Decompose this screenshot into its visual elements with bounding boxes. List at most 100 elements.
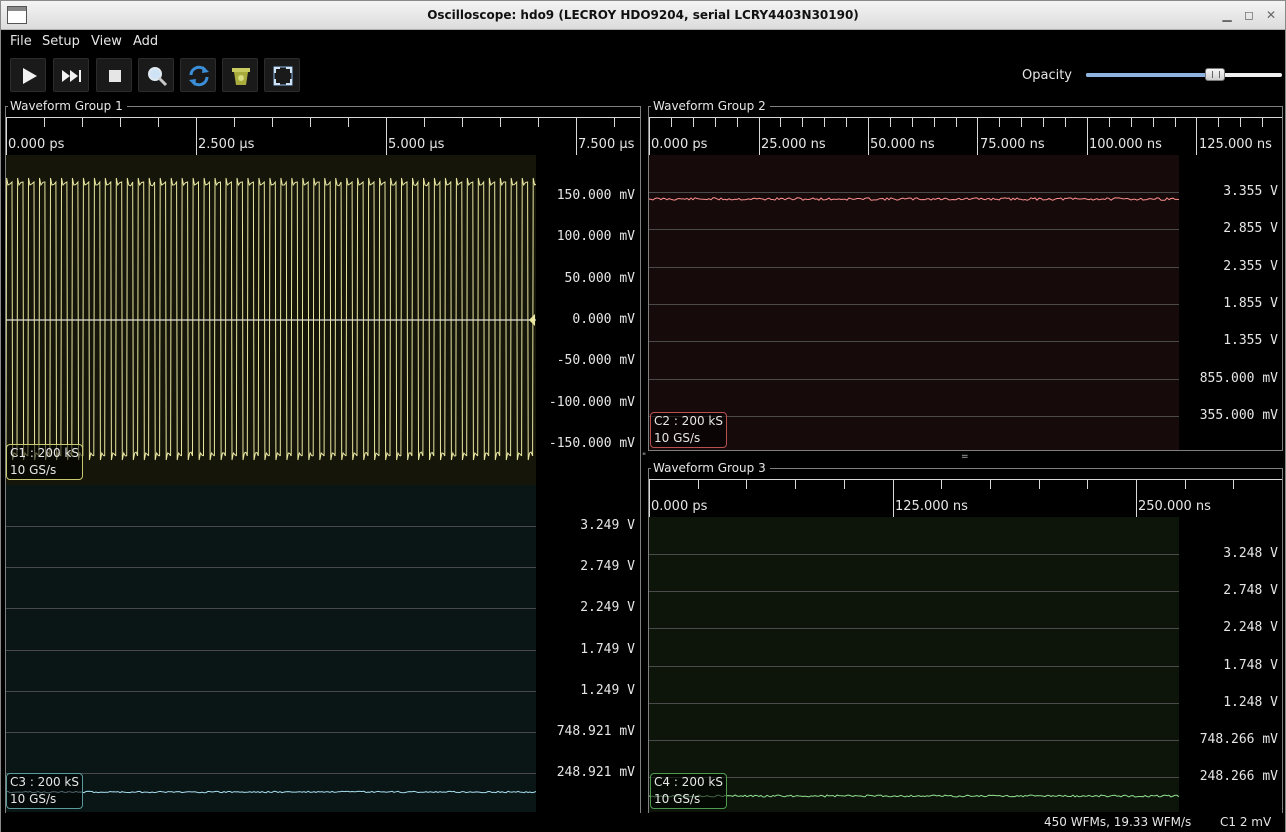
- minor-tick: [746, 479, 747, 489]
- y-axis-label: 855.000 mV: [1199, 370, 1278, 386]
- channel-c2-box[interactable]: C2 : 200 kS 10 GS/s: [650, 412, 727, 448]
- y-axis-label: 2.248 V: [1223, 620, 1278, 636]
- timeline-group-2[interactable]: 0.000 ps 25.000 ns 50.000 ns 75.000 ns 100.0…: [649, 117, 1282, 155]
- title-bar[interactable]: Oscilloscope: hdo9 (LECROY HDO9204, seri…: [1, 1, 1285, 30]
- y-axis-label: 1.248 V: [1223, 694, 1278, 710]
- y-axis-label: 1.855 V: [1223, 295, 1278, 311]
- major-tick: [1136, 479, 1137, 517]
- stop-icon: [109, 70, 121, 82]
- channel-c1-box[interactable]: C1 : 200 kS 10 GS/s: [6, 444, 83, 480]
- y-axis-label: 1.249 V: [580, 682, 635, 698]
- menu-view[interactable]: View: [91, 34, 122, 49]
- y-axis-label: 1.749 V: [580, 641, 635, 657]
- major-tick: [6, 117, 7, 155]
- minor-tick: [1175, 117, 1176, 127]
- refresh-button[interactable]: [180, 58, 216, 92]
- minor-tick: [1233, 479, 1234, 489]
- trigger-status: C1 2 mV: [1220, 815, 1272, 829]
- waveform-c2[interactable]: [649, 155, 1179, 450]
- major-tick: [1196, 117, 1197, 155]
- clear-sweeps-button[interactable]: [222, 58, 258, 92]
- fullscreen-button[interactable]: [264, 58, 300, 92]
- channel-c1-name: C1 : 200 kS: [10, 446, 79, 460]
- play-icon: [23, 68, 37, 84]
- trace-svg: [6, 177, 536, 461]
- waveform-rate-status: 450 WFMs, 19.33 WFM/s: [1044, 815, 1192, 829]
- vertical-splitter-handle[interactable]: ": [642, 453, 646, 462]
- time-label: 50.000 ns: [870, 137, 935, 152]
- time-label: 25.000 ns: [761, 137, 826, 152]
- y-axis-label: -50.000 mV: [556, 353, 635, 369]
- slider-handle[interactable]: [1205, 68, 1226, 81]
- minor-tick: [990, 479, 991, 489]
- minor-tick: [614, 117, 615, 127]
- minor-tick: [1240, 117, 1241, 127]
- timeline-group-1[interactable]: 0.000 ps 2.500 µs 5.000 µs 7.500 µs: [6, 117, 640, 155]
- fullscreen-icon: [273, 66, 293, 86]
- minor-tick: [780, 117, 781, 127]
- toolbar: Opacity: [1, 55, 1285, 97]
- minor-tick: [1109, 117, 1110, 127]
- clear-sweeps-icon: [232, 68, 250, 85]
- minor-tick: [120, 117, 121, 127]
- channel-c1-rate: 10 GS/s: [10, 463, 57, 477]
- menu-bar: File Setup View Add: [1, 31, 1285, 53]
- y-axis-label: 2.855 V: [1223, 221, 1278, 237]
- single-button[interactable]: [53, 58, 89, 92]
- menu-setup[interactable]: Setup: [42, 34, 80, 49]
- opacity-slider[interactable]: [1086, 68, 1282, 81]
- trace-c3: [6, 790, 536, 794]
- major-tick: [1087, 117, 1088, 155]
- time-label: 0.000 ps: [651, 137, 708, 152]
- time-label: 75.000 ns: [980, 137, 1045, 152]
- y-axis-label: 248.266 mV: [1199, 769, 1278, 785]
- timeline-group-3[interactable]: 0.000 ps 125.000 ns 250.000 ns: [649, 479, 1282, 517]
- waveform-c1[interactable]: [6, 155, 536, 485]
- channel-c4-rate: 10 GS/s: [654, 792, 701, 806]
- y-axis-label: 2.355 V: [1223, 258, 1278, 274]
- status-bar: 450 WFMs, 19.33 WFM/s C1 2 mV: [1, 813, 1285, 832]
- minor-tick: [1021, 117, 1022, 127]
- minor-tick: [1039, 479, 1040, 489]
- major-tick: [977, 117, 978, 155]
- channel-c4-box[interactable]: C4 : 200 kS 10 GS/s: [650, 773, 727, 809]
- y-axis-label: 2.249 V: [580, 600, 635, 616]
- waveform-c3[interactable]: [6, 485, 536, 812]
- waveform-c4[interactable]: [649, 517, 1179, 812]
- minor-tick: [272, 117, 273, 127]
- start-button[interactable]: [10, 58, 46, 92]
- time-label: 125.000 ns: [1199, 137, 1272, 152]
- channel-c2-rate: 10 GS/s: [654, 431, 701, 445]
- minor-tick: [44, 117, 45, 127]
- close-icon[interactable]: ✕: [1263, 8, 1279, 22]
- time-label: 5.000 µs: [388, 137, 445, 152]
- minor-tick: [999, 117, 1000, 127]
- y-axis-label: 100.000 mV: [556, 229, 635, 245]
- maximize-icon[interactable]: ◻: [1241, 8, 1257, 22]
- trigger-level-marker[interactable]: [529, 314, 535, 326]
- major-tick: [576, 117, 577, 155]
- time-label: 125.000 ns: [895, 499, 968, 514]
- minor-tick: [462, 117, 463, 127]
- opacity-label: Opacity: [1022, 68, 1073, 83]
- time-label: 0.000 ps: [651, 499, 708, 514]
- channel-c3-box[interactable]: C3 : 200 kS 10 GS/s: [6, 773, 83, 809]
- minor-tick: [715, 117, 716, 127]
- major-tick: [386, 117, 387, 155]
- minor-tick: [698, 479, 699, 489]
- minor-tick: [1065, 117, 1066, 127]
- y-axis-label: 748.921 mV: [556, 724, 635, 739]
- minor-tick: [795, 479, 796, 489]
- splitter-handle[interactable]: =: [961, 453, 971, 462]
- stop-button[interactable]: [96, 58, 132, 92]
- menu-add[interactable]: Add: [133, 34, 158, 49]
- y-axis-label: 355.000 mV: [1199, 407, 1278, 423]
- minor-tick: [538, 117, 539, 127]
- zoom-button[interactable]: [138, 58, 174, 92]
- minimize-icon[interactable]: ▁: [1219, 8, 1235, 22]
- y-axis-label: 3.355 V: [1223, 184, 1278, 199]
- minor-tick: [500, 117, 501, 127]
- channel-c3-rate: 10 GS/s: [10, 792, 57, 806]
- time-label: 2.500 µs: [198, 137, 255, 152]
- menu-file[interactable]: File: [10, 34, 32, 49]
